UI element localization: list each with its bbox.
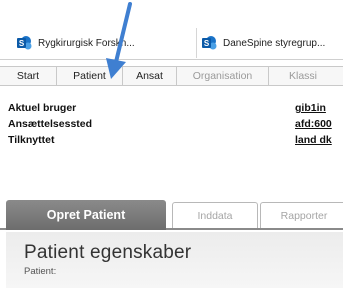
menu-item-start[interactable]: Start (0, 67, 57, 85)
user-info: Aktuel bruger gib1in Ansættelsessted afd… (8, 100, 343, 148)
workplace-value[interactable]: afd:600 (295, 116, 332, 132)
current-user-value[interactable]: gib1in (295, 100, 326, 116)
top-menu-bar: Start Patient Ansat Organisation Klassi (0, 66, 343, 86)
svg-text:S: S (19, 39, 25, 48)
patient-properties-panel: Patient egenskaber Patient: (6, 232, 343, 288)
menu-item-klassi[interactable]: Klassi (269, 67, 343, 85)
tab-opret-patient[interactable]: Opret Patient (6, 200, 166, 230)
browser-tab-label: Rygkirurgisk Forskn... (38, 37, 135, 49)
user-info-row: Ansættelsessted afd:600 (8, 116, 343, 132)
browser-tab-strip: S Rygkirurgisk Forskn... S DaneSpine sty… (0, 22, 343, 60)
menu-item-patient[interactable]: Patient (57, 67, 123, 85)
browser-tab-rygkirurgisk[interactable]: S Rygkirurgisk Forskn... (16, 28, 190, 58)
svg-text:S: S (204, 39, 210, 48)
tab-inddata[interactable]: Inddata (172, 202, 258, 228)
sharepoint-icon: S (201, 35, 217, 51)
patient-field-label: Patient: (24, 266, 57, 277)
user-info-row: Aktuel bruger gib1in (8, 100, 343, 116)
browser-tab-label: DaneSpine styregrup... (223, 37, 326, 49)
panel-title: Patient egenskaber (24, 242, 192, 263)
page-tabs: Opret Patient Inddata Rapporter (0, 196, 343, 230)
affiliation-label: Tilknyttet (8, 134, 55, 146)
menu-item-ansat[interactable]: Ansat (123, 67, 177, 85)
sharepoint-icon: S (16, 35, 32, 51)
menu-item-organisation[interactable]: Organisation (177, 67, 269, 85)
user-info-row: Tilknyttet land dk (8, 132, 343, 148)
affiliation-value[interactable]: land dk (295, 132, 332, 148)
browser-tab-danespine[interactable]: S DaneSpine styregrup... (196, 28, 343, 58)
current-user-label: Aktuel bruger (8, 102, 77, 114)
workplace-label: Ansættelsessted (8, 118, 93, 130)
tab-rapporter[interactable]: Rapporter (260, 202, 343, 228)
